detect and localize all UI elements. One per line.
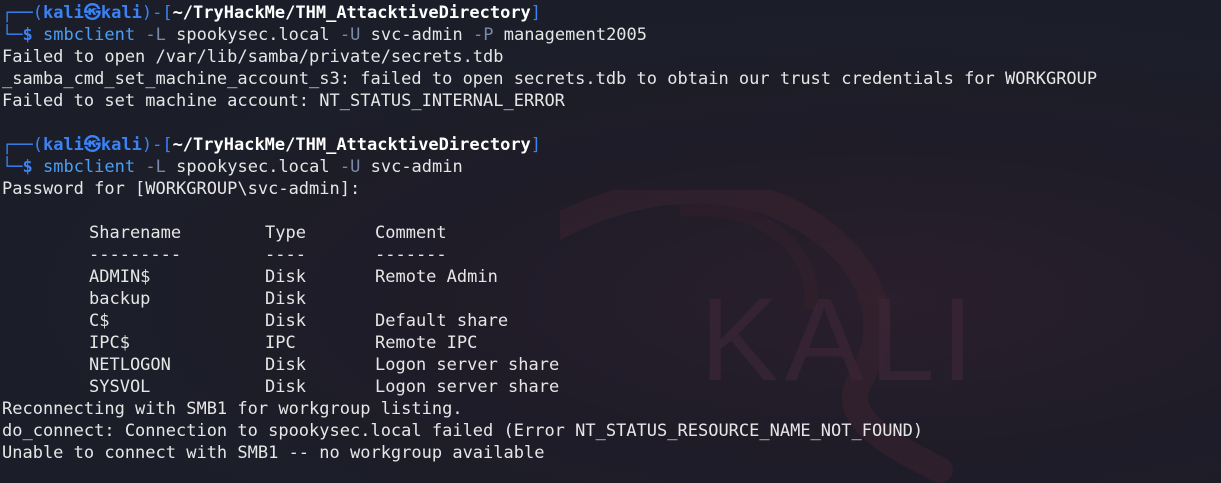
prompt-path: ~/TryHackMe/THM_AttacktiveDirectory — [172, 135, 531, 155]
share-table-separator: --------- ---- ------- — [2, 244, 1221, 266]
share-comment: Default share — [375, 311, 509, 331]
prompt-frame-mid: )-[ — [141, 3, 173, 23]
output-line: _samba_cmd_set_machine_account_s3: faile… — [2, 69, 1098, 89]
terminal-window[interactable]: KALI ┌──(kali㉿kali)-[~/TryHackMe/THM_Att… — [0, 0, 1221, 483]
share-name: C$ — [89, 311, 110, 331]
share-row: ADMIN$ Disk Remote Admin — [2, 266, 1221, 288]
command-argument: svc-admin — [370, 25, 463, 45]
share-type: Disk — [265, 311, 306, 331]
prompt-line-1-top: ┌──(kali㉿kali)-[~/TryHackMe/THM_Attackti… — [2, 2, 1221, 24]
prompt-user: kali㉿kali — [42, 3, 142, 23]
prompt-frame-end: ] — [530, 3, 542, 23]
command-argument: management2005 — [503, 25, 648, 45]
command-line-2: └─$ smbclient -L spookysec.local -U svc-… — [2, 156, 1221, 178]
output-line: Unable to connect with SMB1 -- no workgr… — [2, 443, 545, 463]
share-name: IPC$ — [89, 333, 130, 353]
prompt-path: ~/TryHackMe/THM_AttacktiveDirectory — [172, 3, 531, 23]
prompt-frame-bottom: └─ — [2, 25, 23, 45]
share-type: Disk — [265, 289, 306, 309]
share-row: IPC$ IPC Remote IPC — [2, 332, 1221, 354]
output-line: Failed to set machine account: NT_STATUS… — [2, 91, 565, 111]
share-type: Disk — [265, 355, 306, 375]
share-table-header: Sharename Type Comment — [2, 222, 1221, 244]
share-type: IPC — [265, 333, 296, 353]
separator: ---- — [265, 245, 306, 265]
command-option: -L — [145, 157, 166, 177]
command-argument: spookysec.local — [176, 157, 330, 177]
prompt-dollar: $ — [22, 157, 33, 177]
password-prompt: Password for [WORKGROUP\svc-admin]: — [2, 179, 361, 199]
command-option: -U — [339, 25, 361, 45]
command-option: -L — [145, 25, 166, 45]
header-comment: Comment — [375, 223, 447, 243]
prompt-frame: ┌──( — [2, 3, 43, 23]
prompt-frame-end: ] — [530, 135, 542, 155]
command-line-1: └─$ smbclient -L spookysec.local -U svc-… — [2, 24, 1221, 46]
share-row: C$ Disk Default share — [2, 310, 1221, 332]
header-type: Type — [265, 223, 306, 243]
prompt-user: kali㉿kali — [42, 135, 142, 155]
share-name: NETLOGON — [89, 355, 171, 375]
share-comment: Remote IPC — [375, 333, 478, 353]
command-option: -U — [339, 157, 361, 177]
command-name: smbclient — [42, 157, 136, 177]
command-argument: svc-admin — [370, 157, 463, 177]
prompt-frame-mid: )-[ — [141, 135, 173, 155]
share-type: Disk — [265, 267, 306, 287]
share-name: ADMIN$ — [89, 267, 151, 287]
header-sharename: Sharename — [89, 223, 182, 243]
prompt-dollar: $ — [22, 25, 33, 45]
share-name: backup — [89, 289, 151, 309]
command-argument: spookysec.local — [176, 25, 330, 45]
output-line: do_connect: Connection to spookysec.loca… — [2, 421, 924, 441]
command-name: smbclient — [42, 25, 136, 45]
terminal-output: ┌──(kali㉿kali)-[~/TryHackMe/THM_Attackti… — [0, 0, 1221, 464]
share-row: SYSVOL Disk Logon server share — [2, 376, 1221, 398]
share-comment: Logon server share — [375, 355, 560, 375]
share-comment: Logon server share — [375, 377, 560, 397]
command-option: -P — [472, 25, 494, 45]
share-name: SYSVOL — [89, 377, 151, 397]
share-row: backup Disk — [2, 288, 1221, 310]
separator: ------- — [375, 245, 447, 265]
prompt-frame: ┌──( — [2, 135, 43, 155]
output-line: Failed to open /var/lib/samba/private/se… — [2, 47, 504, 67]
prompt-frame-bottom: └─ — [2, 157, 23, 177]
separator: --------- — [89, 245, 182, 265]
output-line: Reconnecting with SMB1 for workgroup lis… — [2, 399, 463, 419]
share-comment: Remote Admin — [375, 267, 498, 287]
share-type: Disk — [265, 377, 306, 397]
share-row: NETLOGON Disk Logon server share — [2, 354, 1221, 376]
prompt-line-2-top: ┌──(kali㉿kali)-[~/TryHackMe/THM_Attackti… — [2, 134, 1221, 156]
